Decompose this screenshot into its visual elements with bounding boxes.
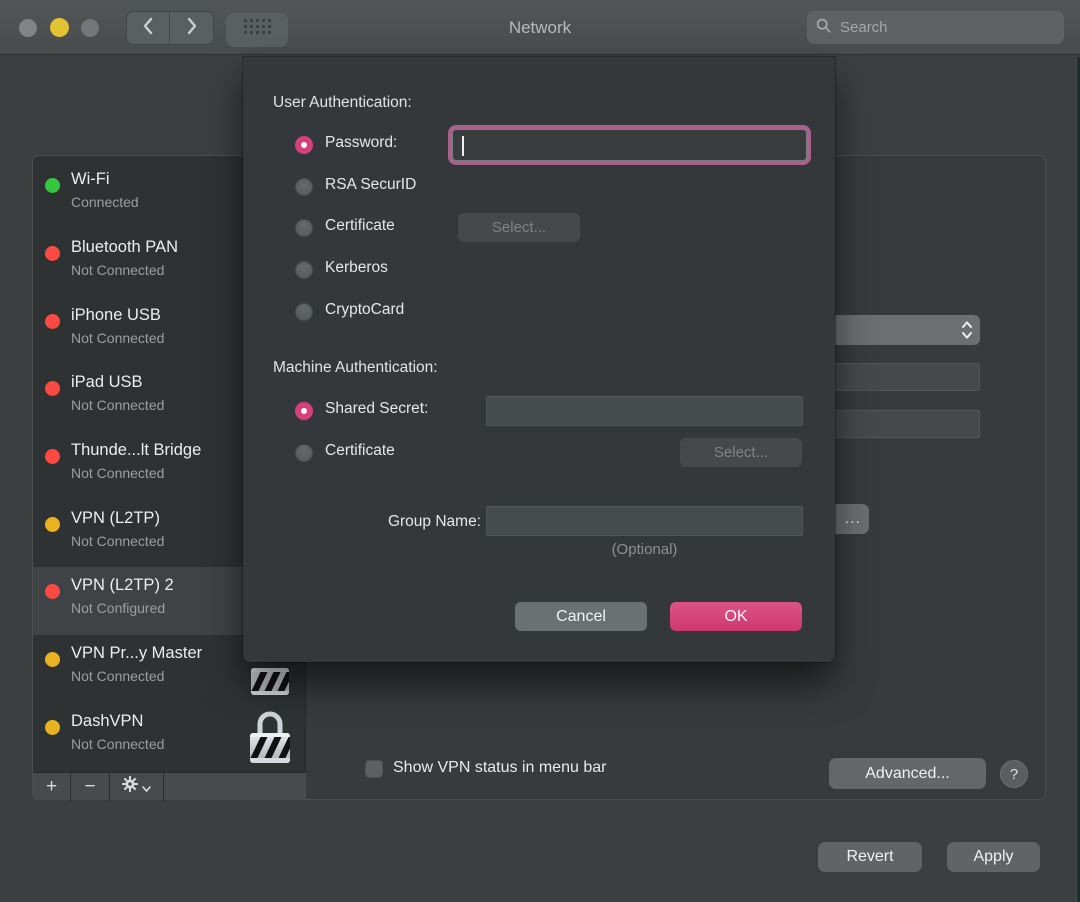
title-bar: Network: [0, 0, 1080, 55]
service-status: Not Configured: [71, 600, 165, 616]
service-status: Not Connected: [71, 262, 164, 278]
service-name: Wi-Fi: [71, 170, 109, 189]
select-button-label: Select...: [714, 444, 768, 461]
group-name-label: Group Name:: [325, 513, 481, 531]
background-window-edge: [1076, 57, 1080, 902]
shared-secret-field[interactable]: [486, 396, 803, 426]
user-certificate-radio[interactable]: [295, 219, 313, 237]
service-status: Not Connected: [71, 668, 164, 684]
rsa-securid-radio[interactable]: [295, 178, 313, 196]
service-name: Bluetooth PAN: [71, 238, 178, 257]
service-status: Not Connected: [71, 533, 164, 549]
ok-button[interactable]: OK: [670, 602, 802, 631]
chevron-down-icon: [142, 776, 151, 798]
machine-certificate-radio-label[interactable]: Certificate: [325, 442, 395, 460]
status-dot-red: [45, 584, 60, 599]
status-dot-green: [45, 178, 60, 193]
gear-icon: [122, 776, 138, 798]
network-preferences-window: Network Wi-Fi Connected Bluetooth PAN No…: [0, 0, 1080, 902]
vpn-padlock-icon: [250, 705, 290, 768]
search-icon: [816, 18, 831, 38]
service-actions-button[interactable]: [110, 773, 164, 801]
apply-button[interactable]: Apply: [947, 842, 1040, 872]
service-name: VPN Pr...y Master: [71, 644, 202, 663]
group-name-field[interactable]: [486, 506, 803, 536]
revert-button-label: Revert: [846, 848, 893, 866]
group-name-optional-hint: (Optional): [486, 541, 803, 558]
service-name: VPN (L2TP) 2: [71, 576, 174, 595]
remove-service-button[interactable]: −: [71, 773, 110, 801]
search-input[interactable]: [838, 18, 1055, 37]
shared-secret-radio[interactable]: [295, 402, 313, 420]
user-certificate-select-button[interactable]: Select...: [458, 213, 580, 242]
advanced-button[interactable]: Advanced...: [829, 758, 986, 789]
group-name-input[interactable]: [493, 509, 800, 535]
kerberos-radio[interactable]: [295, 261, 313, 279]
user-certificate-radio-label[interactable]: Certificate: [325, 217, 395, 235]
rsa-securid-radio-label[interactable]: RSA SecurID: [325, 176, 416, 194]
vpn-lock-body-icon: [251, 668, 289, 700]
cryptocard-radio-label[interactable]: CryptoCard: [325, 301, 404, 319]
cryptocard-radio[interactable]: [295, 303, 313, 321]
show-vpn-status-checkbox[interactable]: [365, 760, 383, 778]
shared-secret-input[interactable]: [493, 399, 800, 425]
plus-icon: +: [46, 776, 57, 798]
service-status: Not Connected: [71, 397, 164, 413]
stepper-chevrons-icon: [960, 318, 974, 347]
machine-certificate-radio[interactable]: [295, 444, 313, 462]
service-status: Not Connected: [71, 330, 164, 346]
service-status: Not Connected: [71, 465, 164, 481]
password-radio-label[interactable]: Password:: [325, 134, 397, 152]
status-dot-red: [45, 246, 60, 261]
user-authentication-heading: User Authentication:: [273, 94, 412, 112]
show-vpn-status-label[interactable]: Show VPN status in menu bar: [393, 759, 606, 777]
cancel-button[interactable]: Cancel: [515, 602, 647, 631]
service-name: VPN (L2TP): [71, 509, 160, 528]
kerberos-radio-label[interactable]: Kerberos: [325, 259, 388, 277]
password-input[interactable]: [461, 132, 800, 160]
minus-icon: −: [84, 776, 95, 798]
password-radio[interactable]: [295, 136, 313, 154]
service-name: Thunde...lt Bridge: [71, 441, 201, 460]
question-mark-icon: ?: [1010, 766, 1018, 783]
service-status: Not Connected: [71, 736, 164, 752]
service-name: iPad USB: [71, 373, 143, 392]
status-dot-red: [45, 314, 60, 329]
vpn-authentication-sheet: User Authentication: Password: RSA Secur…: [243, 57, 835, 662]
ok-button-label: OK: [724, 608, 747, 626]
list-item-dashvpn[interactable]: DashVPN Not Connected: [33, 703, 306, 771]
service-status: Connected: [71, 194, 139, 210]
revert-button[interactable]: Revert: [818, 842, 922, 872]
service-name: DashVPN: [71, 712, 143, 731]
text-caret: [462, 136, 464, 156]
machine-certificate-select-button[interactable]: Select...: [680, 438, 802, 467]
shared-secret-radio-label[interactable]: Shared Secret:: [325, 400, 428, 418]
service-name: iPhone USB: [71, 306, 161, 325]
status-dot-red: [45, 381, 60, 396]
ellipsis-label: ...: [845, 510, 861, 528]
machine-authentication-heading: Machine Authentication:: [273, 359, 438, 377]
add-service-button[interactable]: +: [33, 773, 71, 801]
password-field-focused[interactable]: [452, 129, 807, 161]
advanced-button-label: Advanced...: [865, 765, 950, 783]
status-dot-yellow: [45, 720, 60, 735]
cancel-button-label: Cancel: [556, 608, 606, 626]
select-button-label: Select...: [492, 219, 546, 236]
status-dot-red: [45, 449, 60, 464]
list-footer-bar: + −: [33, 772, 306, 800]
status-dot-yellow: [45, 517, 60, 532]
status-dot-yellow: [45, 652, 60, 667]
apply-button-label: Apply: [973, 848, 1013, 866]
help-button[interactable]: ?: [1000, 760, 1028, 788]
search-field[interactable]: [807, 11, 1064, 44]
